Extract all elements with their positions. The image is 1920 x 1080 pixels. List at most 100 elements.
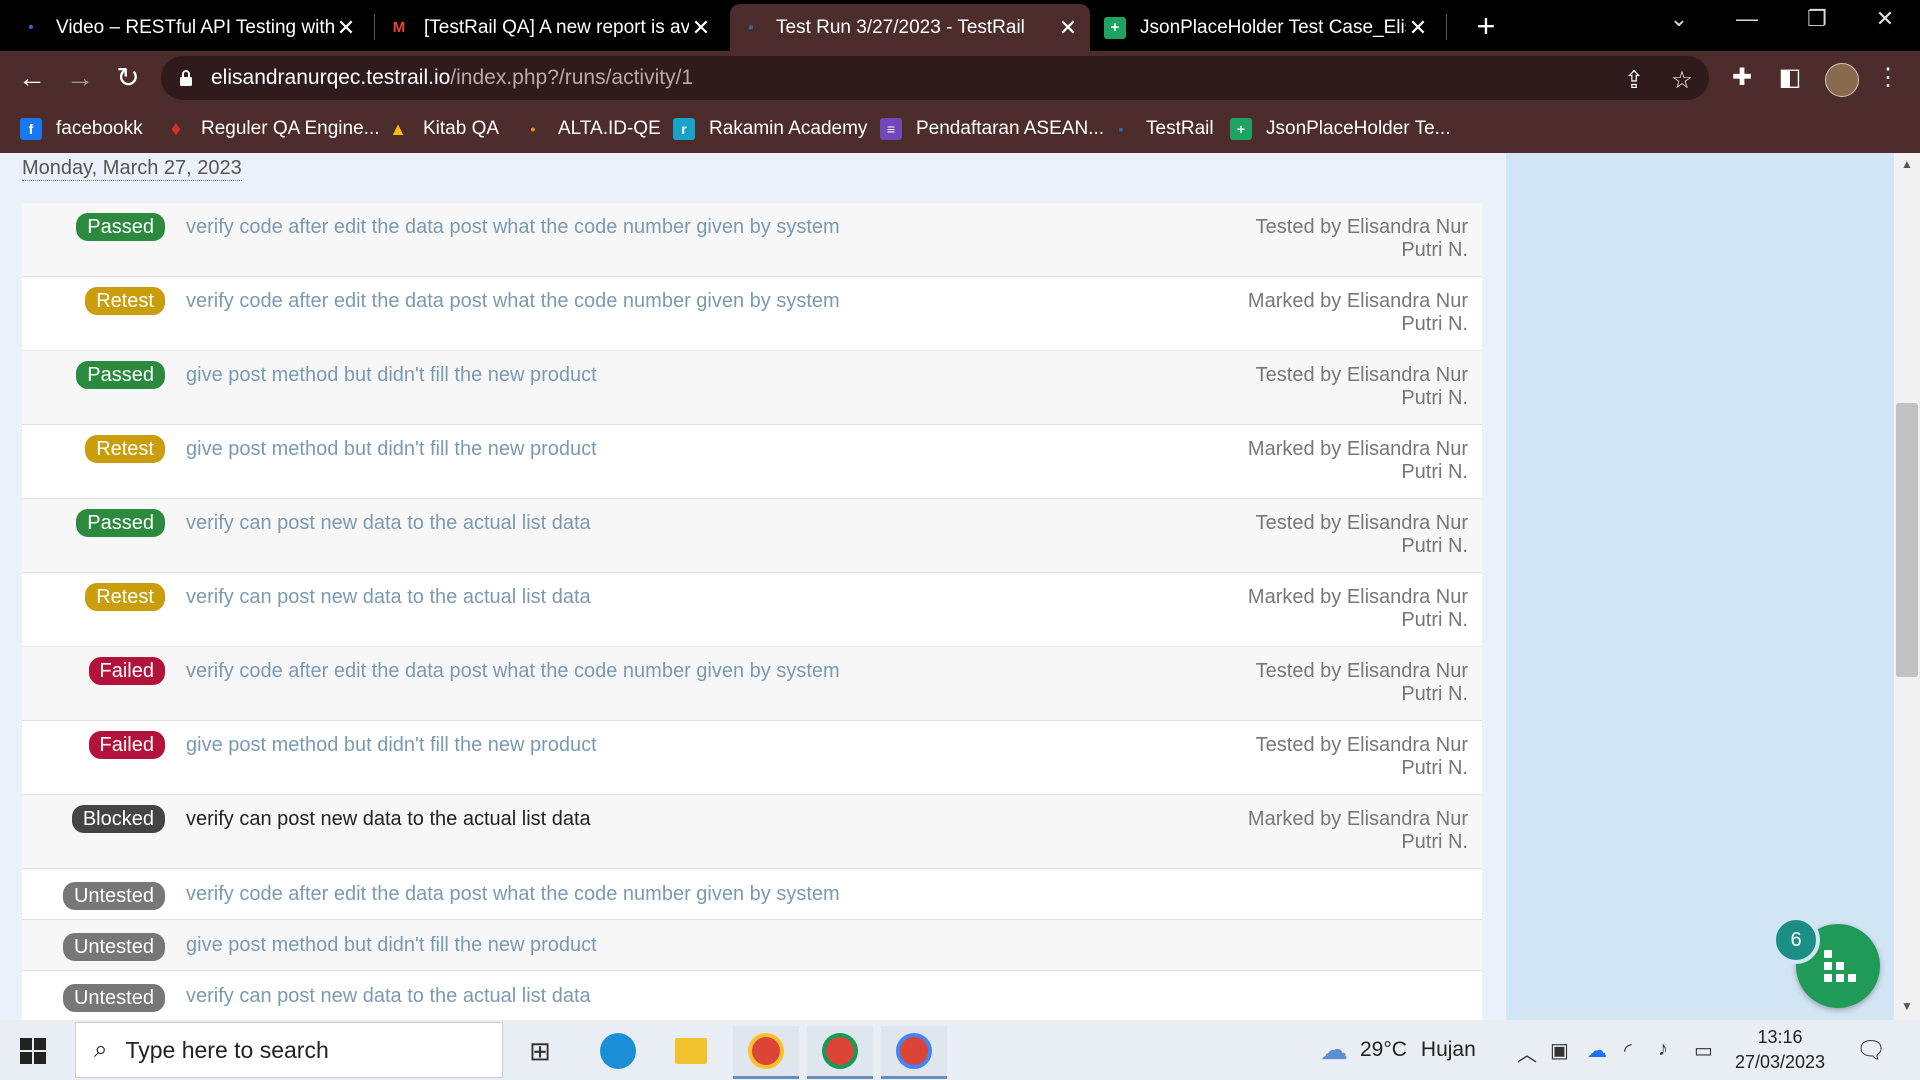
- task-view-icon[interactable]: ⊞: [507, 1026, 573, 1076]
- activity-row: Untested verify code after edit the data…: [22, 869, 1482, 920]
- status-badge-untested: Untested: [62, 933, 165, 961]
- window-close-icon[interactable]: ✕: [1860, 6, 1910, 32]
- activity-row: Untested give post method but didn't fil…: [22, 920, 1482, 971]
- bookmark-label: ALTA.ID-QE: [558, 118, 661, 139]
- extensions-icon[interactable]: ✚: [1724, 63, 1760, 92]
- clock-date: 27/03/2023: [1734, 1052, 1826, 1072]
- bookmark-label: Reguler QA Engine...: [201, 118, 380, 139]
- bookmark-kitab-qa[interactable]: ▲ Kitab QA: [387, 105, 499, 153]
- star-icon[interactable]: ☆: [1664, 66, 1700, 95]
- tab-search-icon[interactable]: ⌄: [1654, 6, 1704, 32]
- back-icon[interactable]: ←: [12, 59, 52, 99]
- test-title: verify can post new data to the actual l…: [186, 808, 591, 830]
- bookmark-jsonplaceholder[interactable]: + JsonPlaceHolder Te...: [1230, 105, 1450, 153]
- windows-start-icon[interactable]: [20, 1038, 46, 1064]
- taskbar-clock[interactable]: 13:16 27/03/2023: [1730, 1025, 1830, 1075]
- tab-testrail[interactable]: ▪ Test Run 3/27/2023 - TestRail ✕: [730, 4, 1090, 51]
- browser-tab-strip: • Video – RESTful API Testing with P ✕ M…: [0, 0, 1920, 51]
- gmail-icon: M: [392, 19, 406, 36]
- bookmark-rakamin[interactable]: r Rakamin Academy: [673, 105, 867, 153]
- onedrive-icon[interactable]: ☁: [1587, 1038, 1607, 1063]
- bookmark-reguler-qa[interactable]: ♦ Reguler QA Engine...: [165, 105, 380, 153]
- test-title-link[interactable]: give post method but didn't fill the new…: [165, 920, 1482, 957]
- activity-author: Marked by Elisandra Nur Putri N.: [1247, 808, 1468, 853]
- reload-icon[interactable]: ↻: [108, 59, 148, 99]
- scroll-thumb[interactable]: [1896, 403, 1918, 677]
- test-title-link[interactable]: give post method but didn't fill the new…: [165, 425, 1138, 461]
- volume-icon[interactable]: ♪: [1658, 1038, 1668, 1061]
- facebook-icon: f: [20, 118, 42, 140]
- bookmark-testrail[interactable]: ▪ TestRail: [1110, 105, 1214, 153]
- test-title-link[interactable]: verify code after edit the data post wha…: [165, 869, 1482, 906]
- close-icon[interactable]: ✕: [334, 15, 358, 41]
- close-icon[interactable]: ✕: [1406, 15, 1430, 41]
- tab-divider: [1446, 14, 1447, 40]
- file-explorer-icon[interactable]: [658, 1026, 724, 1076]
- minimize-icon[interactable]: —: [1722, 6, 1772, 32]
- chrome-icon[interactable]: [807, 1026, 873, 1079]
- sheets-icon: +: [1104, 16, 1126, 39]
- activity-row: Passed verify can post new data to the a…: [22, 499, 1482, 573]
- tab-divider: [374, 14, 375, 40]
- tab-gmail[interactable]: M [TestRail QA] A new report is avai ✕: [378, 4, 723, 51]
- weather-widget[interactable]: ☁ 29°C Hujan: [1320, 1033, 1476, 1066]
- address-bar[interactable]: elisandranurqec.testrail.io /index.php?/…: [161, 56, 1709, 100]
- chevron-up-icon[interactable]: ︿: [1517, 1038, 1537, 1067]
- activity-row: Passed give post method but didn't fill …: [22, 351, 1482, 425]
- menu-icon[interactable]: ⋮: [1870, 63, 1906, 92]
- testrail-activity-page: Monday, March 27, 2023 Passed verify cod…: [0, 153, 1506, 1020]
- bookmark-alta[interactable]: • ALTA.ID-QE: [522, 105, 661, 153]
- test-title-link[interactable]: verify code after edit the data post wha…: [165, 203, 1138, 239]
- bookmark-pendaftaran[interactable]: ≡ Pendaftaran ASEAN...: [880, 105, 1104, 153]
- notification-count-badge[interactable]: 6: [1772, 916, 1820, 964]
- notification-center-icon[interactable]: 🗨: [1856, 1036, 1886, 1065]
- forward-icon[interactable]: →: [60, 59, 100, 99]
- search-placeholder: Type here to search: [125, 1036, 329, 1063]
- page-scrollbar[interactable]: ▲ ▼: [1894, 153, 1920, 1020]
- tab-label: Video – RESTful API Testing with P: [56, 16, 334, 38]
- bookmarks-bar: f facebookk ♦ Reguler QA Engine... ▲ Kit…: [0, 105, 1920, 153]
- test-title-link[interactable]: verify code after edit the data post wha…: [165, 647, 1138, 683]
- bookmark-facebook[interactable]: f facebookk: [20, 105, 143, 153]
- forms-icon: ≡: [880, 118, 902, 140]
- tab-video[interactable]: • Video – RESTful API Testing with P ✕: [10, 4, 368, 51]
- lock-icon: [180, 70, 192, 86]
- chrome-icon[interactable]: [733, 1026, 799, 1079]
- scroll-down-icon[interactable]: ▼: [1894, 999, 1920, 1013]
- browser-toolbar: ← → ↻ elisandranurqec.testrail.io /index…: [0, 51, 1920, 105]
- status-badge-retest: Retest: [85, 583, 165, 611]
- tab-label: Test Run 3/27/2023 - TestRail: [776, 16, 1025, 38]
- chrome-icon[interactable]: [881, 1026, 947, 1079]
- profile-avatar[interactable]: [1825, 63, 1859, 97]
- test-title-link[interactable]: verify code after edit the data post wha…: [165, 277, 1138, 313]
- test-title-link[interactable]: verify can post new data to the actual l…: [165, 971, 1482, 1008]
- wifi-icon[interactable]: ◜: [1624, 1038, 1632, 1063]
- scroll-up-icon[interactable]: ▲: [1894, 157, 1920, 171]
- taskbar-search-box[interactable]: ⌕ Type here to search: [75, 1022, 503, 1078]
- test-title-link[interactable]: verify can post new data to the actual l…: [165, 499, 1138, 535]
- activity-row: Blocked verify can post new data to the …: [22, 795, 1482, 869]
- activity-author: Marked by Elisandra Nur Putri N.: [1247, 586, 1468, 631]
- close-icon[interactable]: ✕: [1056, 15, 1080, 41]
- sheets-icon: +: [1230, 118, 1252, 140]
- windows-taskbar: ⌕ Type here to search ⊞: [0, 1020, 1920, 1080]
- battery-icon[interactable]: ▭: [1694, 1038, 1713, 1063]
- test-title-link[interactable]: give post method but didn't fill the new…: [165, 721, 1138, 757]
- edge-icon[interactable]: [585, 1026, 651, 1076]
- meet-icon[interactable]: ▣: [1550, 1038, 1569, 1063]
- test-title-link[interactable]: verify can post new data to the actual l…: [165, 573, 1138, 609]
- video-icon: •: [28, 19, 34, 36]
- test-title-link[interactable]: give post method but didn't fill the new…: [165, 351, 1138, 387]
- share-icon[interactable]: ⇪: [1616, 66, 1652, 95]
- side-panel-icon[interactable]: ◧: [1772, 63, 1808, 92]
- activity-author: Marked by Elisandra Nur Putri N.: [1247, 290, 1468, 335]
- restore-icon[interactable]: ❐: [1792, 6, 1842, 32]
- testrail-icon: ▪: [1118, 121, 1124, 137]
- status-badge-failed: Failed: [88, 657, 165, 685]
- tab-label: [TestRail QA] A new report is avai: [424, 16, 689, 38]
- activity-row: Untested verify can post new data to the…: [22, 971, 1482, 1020]
- close-icon[interactable]: ✕: [689, 15, 713, 41]
- tab-sheets[interactable]: + JsonPlaceHolder Test Case_Elisan ✕: [1094, 4, 1440, 51]
- status-badge-failed: Failed: [88, 731, 165, 759]
- new-tab-button[interactable]: +: [1466, 8, 1506, 45]
